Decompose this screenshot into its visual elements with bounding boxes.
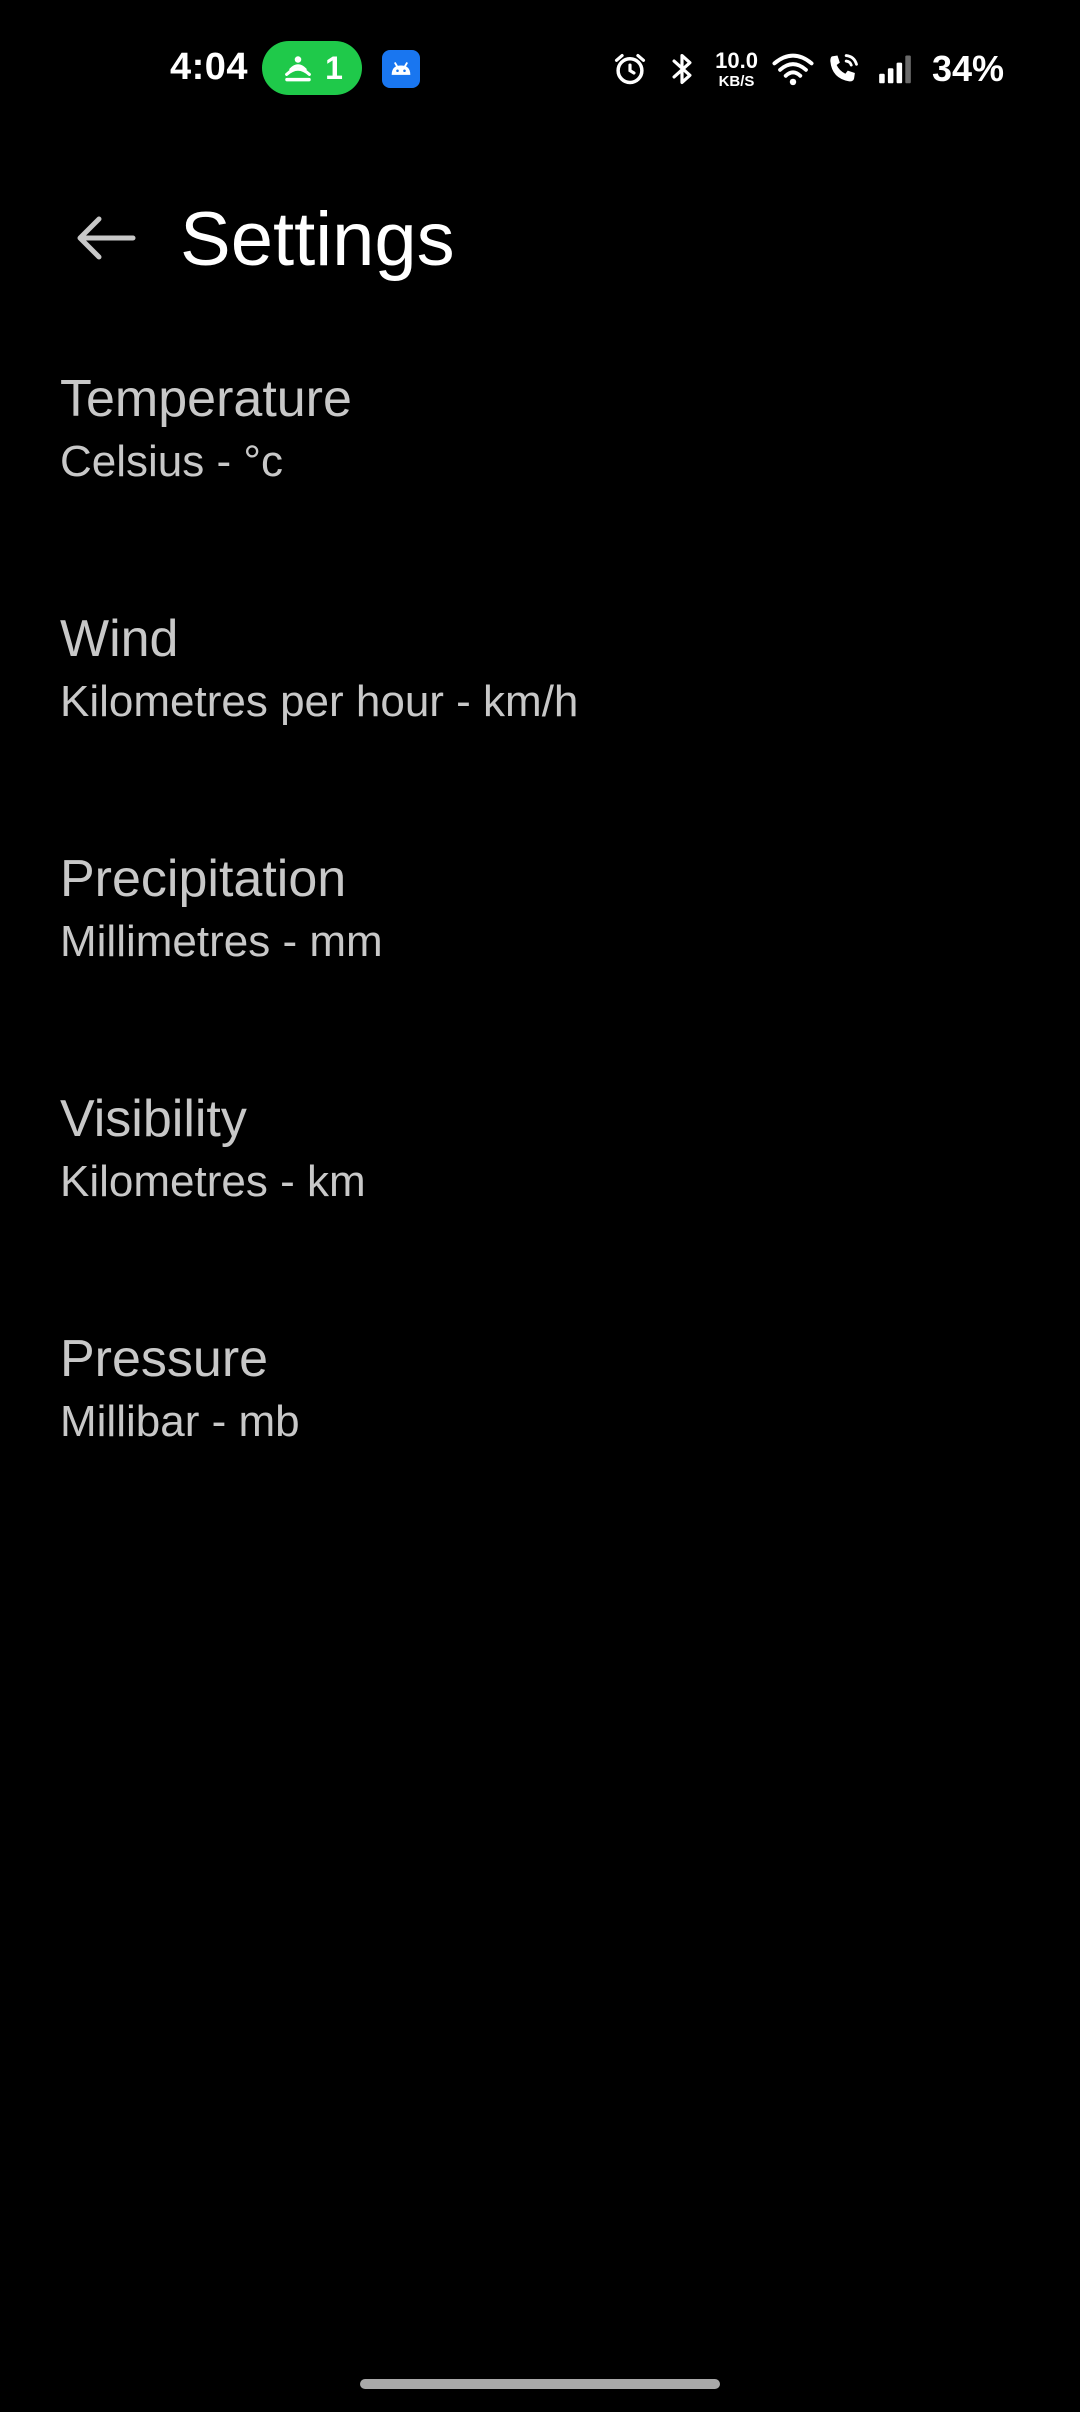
setting-title: Wind bbox=[60, 610, 179, 668]
hotspot-icon bbox=[281, 51, 315, 85]
setting-pressure[interactable]: Pressure Millibar - mb bbox=[0, 1310, 1080, 1550]
alarm-icon bbox=[611, 50, 649, 88]
setting-wind[interactable]: Wind Kilometres per hour - km/h bbox=[0, 590, 1080, 830]
setting-title: Precipitation bbox=[60, 850, 347, 908]
arrow-left-icon bbox=[73, 213, 137, 268]
status-bar: 4:04 1 10.0 KB/S 34% bbox=[0, 0, 1080, 140]
wifi-calling-icon bbox=[824, 50, 862, 88]
setting-value: Kilometres - km bbox=[60, 1157, 366, 1207]
setting-value: Kilometres per hour - km/h bbox=[60, 677, 579, 727]
hotspot-indicator[interactable]: 1 bbox=[262, 41, 362, 95]
back-button[interactable] bbox=[60, 202, 150, 278]
setting-precipitation[interactable]: Precipitation Millimetres - mm bbox=[0, 830, 1080, 1070]
android-icon bbox=[382, 50, 420, 88]
wifi-icon bbox=[772, 50, 814, 88]
setting-temperature[interactable]: Temperature Celsius - °c bbox=[0, 350, 1080, 590]
bluetooth-icon bbox=[663, 50, 701, 88]
page-title: Settings bbox=[180, 197, 455, 282]
settings-list: Temperature Celsius - °c Wind Kilometres… bbox=[0, 350, 1080, 1550]
signal-icon bbox=[876, 50, 914, 88]
network-speed: 10.0 KB/S bbox=[715, 47, 758, 90]
setting-visibility[interactable]: Visibility Kilometres - km bbox=[0, 1070, 1080, 1310]
setting-value: Celsius - °c bbox=[60, 437, 283, 487]
network-speed-unit: KB/S bbox=[718, 72, 755, 90]
setting-title: Temperature bbox=[60, 370, 352, 428]
network-speed-value: 10.0 bbox=[715, 47, 758, 73]
app-bar: Settings bbox=[0, 180, 1080, 300]
gesture-navigation-bar[interactable] bbox=[360, 2379, 720, 2389]
setting-title: Visibility bbox=[60, 1090, 247, 1148]
status-icons: 10.0 KB/S 34% bbox=[611, 44, 1004, 94]
setting-value: Millibar - mb bbox=[60, 1397, 300, 1447]
hotspot-count: 1 bbox=[325, 49, 343, 86]
status-time: 4:04 bbox=[170, 46, 249, 88]
setting-value: Millimetres - mm bbox=[60, 917, 383, 967]
setting-title: Pressure bbox=[60, 1330, 269, 1388]
battery-level: 34% bbox=[931, 48, 1004, 89]
